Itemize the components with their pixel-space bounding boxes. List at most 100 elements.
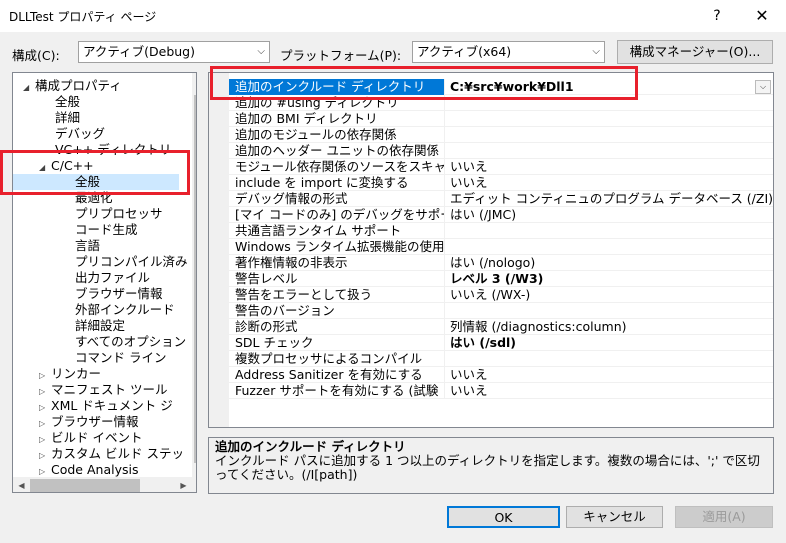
property-row[interactable]: 追加のモジュールの依存関係 — [229, 127, 773, 143]
tree-item-advanced[interactable]: 詳細 — [55, 110, 80, 126]
property-value[interactable] — [448, 303, 772, 319]
property-value[interactable] — [448, 127, 772, 143]
scroll-down-icon[interactable]: ▼ — [192, 460, 196, 477]
property-value[interactable]: C:¥src¥work¥Dll1 — [448, 79, 772, 95]
property-row[interactable]: SDL チェック はい (/sdl) — [229, 335, 773, 351]
property-row[interactable]: 追加の BMI ディレクトリ — [229, 111, 773, 127]
chevron-down-icon[interactable]: ⌵ — [755, 80, 771, 94]
property-name: 警告レベル — [229, 271, 445, 287]
property-row[interactable]: 追加のヘッダー ユニットの依存関係 — [229, 143, 773, 159]
apply-button[interactable]: 適用(A) — [675, 506, 773, 528]
property-value[interactable]: はい (/JMC) — [448, 207, 772, 223]
tree-item-all-options[interactable]: すべてのオプション — [75, 334, 186, 350]
tree-item-config-properties[interactable]: ◢ 構成プロパティ — [23, 78, 122, 94]
tree-item-browse-information[interactable]: ブラウザー情報 — [75, 286, 163, 302]
scroll-up-icon[interactable]: ▲ — [192, 73, 196, 90]
property-row[interactable]: 診断の形式 列情報 (/diagnostics:column) — [229, 319, 773, 335]
tree-item-code-analysis[interactable]: ▷ Code Analysis — [39, 462, 138, 478]
tree-item-manifest-tool[interactable]: ▷ マニフェスト ツール — [39, 382, 167, 398]
tree-item-vc-directories[interactable]: VC++ ディレクトリ — [55, 142, 171, 158]
tree-item-browse-info[interactable]: ▷ ブラウザー情報 — [39, 414, 139, 430]
tree-horizontal-scrollbar[interactable]: ◀ ▶ — [13, 477, 196, 492]
tree-item-optimization[interactable]: 最適化 — [75, 190, 113, 206]
property-value[interactable] — [448, 95, 772, 111]
tree-item-cpp-general[interactable]: 全般 — [13, 174, 179, 190]
property-row[interactable]: 警告をエラーとして扱う いいえ (/WX-) — [229, 287, 773, 303]
property-value[interactable] — [448, 111, 772, 127]
property-value[interactable] — [448, 143, 772, 159]
property-value[interactable]: はい (/nologo) — [448, 255, 772, 271]
tree-item-cpp[interactable]: ◢ C/C++ — [39, 158, 94, 174]
expand-icon[interactable]: ◢ — [23, 80, 35, 96]
description-body: インクルード パスに追加する 1 つ以上のディレクトリを指定します。複数の場合に… — [215, 453, 760, 482]
grid-gutter — [209, 73, 229, 427]
tree-item-build-events[interactable]: ▷ ビルド イベント — [39, 430, 142, 446]
close-button[interactable]: ✕ — [742, 2, 782, 30]
property-value[interactable]: レベル 3 (/W3) — [448, 271, 772, 287]
property-value[interactable]: いいえ — [448, 367, 772, 383]
property-row[interactable]: include を import に変換する いいえ — [229, 175, 773, 191]
tree-item-xml-document[interactable]: ▷ XML ドキュメント ジ — [39, 398, 173, 414]
property-value[interactable]: いいえ — [448, 159, 772, 175]
property-name: 追加のインクルード ディレクトリ — [229, 79, 445, 95]
property-value[interactable]: いいえ — [448, 383, 772, 399]
property-row[interactable]: Windows ランタイム拡張機能の使用 — [229, 239, 773, 255]
scroll-thumb[interactable] — [194, 95, 196, 463]
property-value[interactable]: 列情報 (/diagnostics:column) — [448, 319, 772, 335]
property-row[interactable]: 警告レベル レベル 3 (/W3) — [229, 271, 773, 287]
property-value[interactable] — [448, 223, 772, 239]
tree-item-label: ビルド イベント — [51, 430, 143, 445]
property-row[interactable]: Address Sanitizer を有効にする いいえ — [229, 367, 773, 383]
tree-item-output-files[interactable]: 出力ファイル — [75, 270, 150, 286]
window-title: DLLTest プロパティ ページ — [9, 10, 157, 24]
property-name: 追加のモジュールの依存関係 — [229, 127, 445, 143]
tree-item-precompiled-headers[interactable]: プリコンパイル済み — [75, 254, 188, 270]
tree-item-advanced-settings[interactable]: 詳細設定 — [75, 318, 125, 334]
tree-item-command-line[interactable]: コマンド ライン — [75, 350, 166, 366]
tree-item-label: C/C++ — [51, 158, 94, 173]
property-row[interactable]: 追加の #using ディレクトリ — [229, 95, 773, 111]
property-value[interactable]: エディット コンティニュのプログラム データベース (/ZI) — [448, 191, 772, 207]
tree-item-language[interactable]: 言語 — [75, 238, 100, 254]
tree-item-external-includes[interactable]: 外部インクルード — [75, 302, 175, 318]
property-row[interactable]: デバッグ情報の形式 エディット コンティニュのプログラム データベース (/ZI… — [229, 191, 773, 207]
platform-combo[interactable]: アクティブ(x64) ⌵ — [412, 41, 605, 63]
configuration-manager-button[interactable]: 構成マネージャー(O)... — [617, 40, 773, 64]
tree-item-code-generation[interactable]: コード生成 — [75, 222, 138, 238]
property-name: 追加の BMI ディレクトリ — [229, 111, 445, 127]
property-row[interactable]: [マイ コードのみ] のデバッグをサポー はい (/JMC) — [229, 207, 773, 223]
property-row[interactable]: 複数プロセッサによるコンパイル — [229, 351, 773, 367]
scroll-left-icon[interactable]: ◀ — [13, 477, 30, 492]
tree-item-custom-build-step[interactable]: ▷ カスタム ビルド ステッ — [39, 446, 184, 462]
property-value[interactable]: いいえ (/WX-) — [448, 287, 772, 303]
configuration-combo[interactable]: アクティブ(Debug) ⌵ — [78, 41, 270, 63]
scroll-thumb[interactable] — [30, 479, 140, 492]
property-row[interactable]: 共通言語ランタイム サポート — [229, 223, 773, 239]
property-value[interactable] — [448, 239, 772, 255]
platform-value: アクティブ(x64) — [417, 44, 512, 59]
cancel-button[interactable]: キャンセル — [566, 506, 663, 528]
property-value[interactable]: いいえ — [448, 175, 772, 191]
property-row[interactable]: 著作権情報の非表示 はい (/nologo) — [229, 255, 773, 271]
property-name: 共通言語ランタイム サポート — [229, 223, 445, 239]
tree-item-label: リンカー — [51, 366, 102, 381]
scroll-right-icon[interactable]: ▶ — [175, 477, 192, 492]
property-row[interactable]: 追加のインクルード ディレクトリ C:¥src¥work¥Dll1 ⌵ — [229, 79, 773, 95]
property-grid[interactable]: 追加のインクルード ディレクトリ C:¥src¥work¥Dll1 ⌵ 追加の … — [208, 72, 774, 428]
tree-item-preprocessor[interactable]: プリプロセッサ — [75, 206, 163, 222]
property-value[interactable] — [448, 351, 772, 367]
tree-item-general[interactable]: 全般 — [55, 94, 80, 110]
property-tree[interactable]: ◢ 構成プロパティ 全般 詳細 デバッグ VC++ ディレクトリ ◢ C/C++ 全… — [12, 72, 197, 493]
tree-item-debugging[interactable]: デバッグ — [55, 126, 105, 142]
property-row[interactable]: Fuzzer サポートを有効にする (試験 いいえ — [229, 383, 773, 399]
tree-item-linker[interactable]: ▷ リンカー — [39, 366, 101, 382]
property-name: Address Sanitizer を有効にする — [229, 367, 445, 383]
property-row[interactable]: 警告のバージョン — [229, 303, 773, 319]
property-value[interactable]: はい (/sdl) — [448, 335, 772, 351]
help-button[interactable]: ? — [700, 2, 734, 30]
tree-vertical-scrollbar[interactable]: ▲ ▼ — [192, 73, 196, 477]
property-row[interactable]: モジュール依存関係のソースをスキャ いいえ — [229, 159, 773, 175]
title-bar: DLLTest プロパティ ページ ? ✕ — [0, 0, 786, 32]
tree-item-label: ブラウザー情報 — [51, 414, 139, 429]
ok-button[interactable]: OK — [447, 506, 560, 528]
